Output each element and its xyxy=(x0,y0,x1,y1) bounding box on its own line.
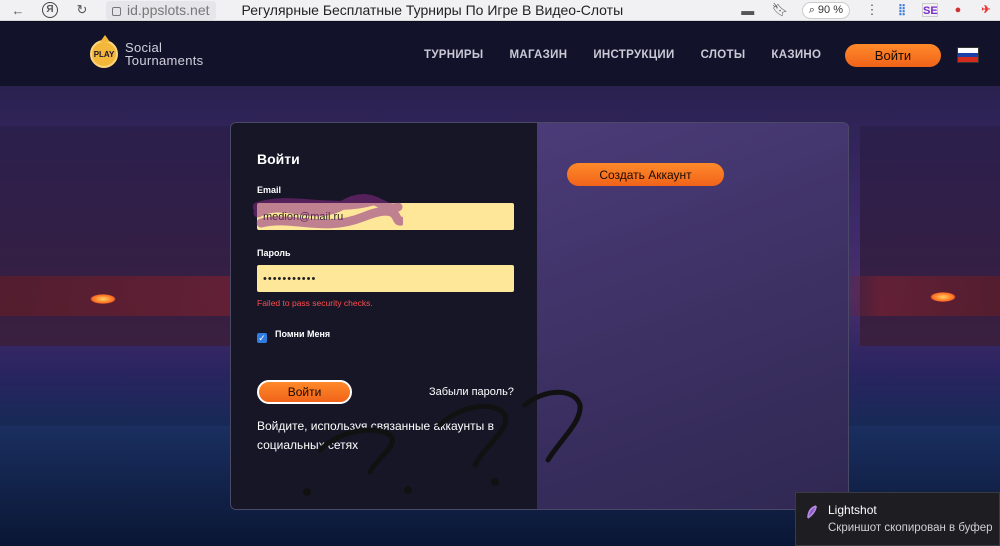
reload-icon[interactable]: ↻ xyxy=(72,2,92,18)
site-logo[interactable]: PLAY Social Tournaments xyxy=(90,35,203,68)
question-marks-drawing xyxy=(303,389,583,496)
browser-toolbar: ← Я ↻ id.ppslots.net Регулярные Бесплатн… xyxy=(0,0,1000,21)
torch-fire-icon xyxy=(90,294,116,304)
nav-shop[interactable]: МАГАЗИН xyxy=(509,49,567,61)
feather-icon xyxy=(807,505,817,519)
lock-icon xyxy=(112,6,121,16)
zoom-indicator[interactable]: ⌕ 90 % xyxy=(801,1,850,19)
page-title: Регулярные Бесплатные Турниры По Игре В … xyxy=(241,2,624,18)
russian-flag-icon[interactable] xyxy=(957,47,979,63)
password-label: Пароль xyxy=(257,248,291,258)
nav-instructions[interactable]: ИНСТРУКЦИИ xyxy=(593,49,674,61)
back-arrow-icon[interactable]: ← xyxy=(8,3,28,18)
nav-casino[interactable]: КАЗИНО xyxy=(771,49,821,61)
main-nav: ТУРНИРЫ МАГАЗИН ИНСТРУКЦИИ СЛОТЫ КАЗИНО xyxy=(424,49,821,61)
notification-message: Скриншот скопирован в буфер xyxy=(828,522,993,534)
create-account-button[interactable]: Создать Аккаунт xyxy=(567,163,724,186)
password-field[interactable] xyxy=(257,265,514,292)
redaction-scribble xyxy=(253,194,403,229)
remember-checkbox[interactable]: ✓ xyxy=(257,333,267,343)
remember-label: Помни Меня xyxy=(275,329,331,339)
zoom-out-icon: ⌕ xyxy=(808,3,815,16)
remember-me[interactable]: ✓ Помни Меня xyxy=(257,329,330,343)
login-title: Войти xyxy=(257,151,300,167)
notification-title: Lightshot xyxy=(828,503,877,517)
url-text[interactable]: id.ppslots.net xyxy=(127,2,210,18)
nav-tournaments[interactable]: ТУРНИРЫ xyxy=(424,49,483,61)
nav-slots[interactable]: СЛОТЫ xyxy=(701,49,746,61)
bookmark-icon[interactable]: 🔖︎ xyxy=(770,2,790,18)
logo-text: Social Tournaments xyxy=(125,41,203,67)
lightshot-notification[interactable]: Lightshot Скриншот скопирован в буфер xyxy=(795,492,1000,546)
zoom-level: 90 % xyxy=(817,4,843,16)
error-message: Failed to pass security checks. xyxy=(257,298,373,308)
header-login-button[interactable]: Войти xyxy=(845,44,941,67)
bug-extension-icon[interactable]: ● xyxy=(950,3,966,17)
more-menu-icon[interactable]: ⋮ xyxy=(862,2,882,18)
message-icon[interactable]: ▬ xyxy=(738,3,758,18)
play-logo-icon: PLAY xyxy=(90,35,118,68)
torch-fire-icon xyxy=(930,292,956,302)
grid-extension-icon[interactable]: ⣿ xyxy=(894,3,910,17)
rocket-extension-icon[interactable]: ✈ xyxy=(978,3,994,17)
logo-line-2: Tournaments xyxy=(125,53,204,68)
address-bar[interactable]: id.ppslots.net xyxy=(106,0,216,20)
se-extension-icon[interactable]: SE xyxy=(922,3,938,17)
yandex-icon[interactable]: Я xyxy=(42,2,58,18)
